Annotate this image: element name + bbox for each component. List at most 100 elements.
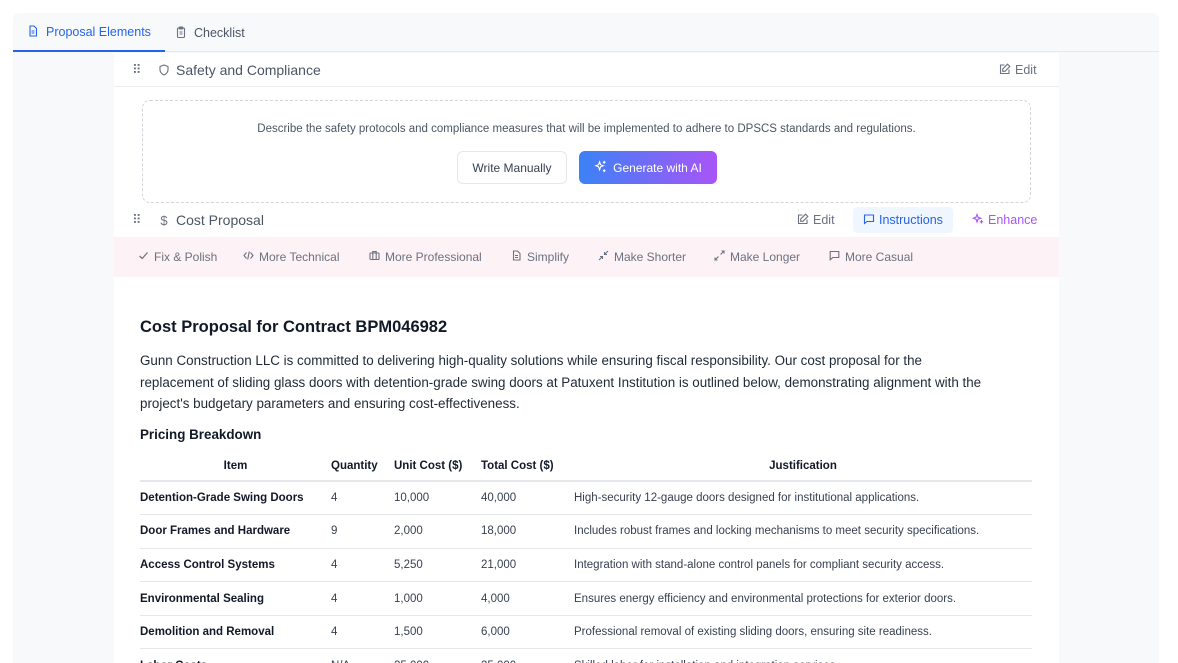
edit-icon [999,62,1011,78]
item-cell: Door Frames and Hardware [140,514,331,549]
rewrite-toolbar: Fix & Polish More Technical More Profess… [114,237,1059,277]
generate-with-ai-button[interactable]: Generate with AI [579,151,717,184]
column-header: Unit Cost ($) [394,451,481,482]
unit-cost-cell: 25,000 [394,648,481,663]
shield-icon [157,63,171,77]
justification-cell: Skilled labor for installation and integ… [574,648,1032,663]
unit-cost-cell: 10,000 [394,481,481,516]
edit-icon [797,212,809,228]
total-cost-cell: 6,000 [481,615,574,650]
tab-label: Proposal Elements [46,25,151,39]
table-row: Demolition and Removal 4 1,500 6,000 Pro… [140,615,1032,650]
column-header: Total Cost ($) [481,451,574,482]
safety-empty-state: Describe the safety protocols and compli… [142,100,1031,203]
more-casual-button[interactable]: More Casual [829,250,913,264]
tool-label: Simplify [527,250,570,264]
instructions-label: Instructions [879,213,943,227]
tool-label: Fix & Polish [154,250,218,264]
drag-handle-icon[interactable]: ⠿ [132,212,141,228]
total-cost-cell: 4,000 [481,581,574,616]
document-title: Cost Proposal for Contract BPM046982 [140,318,448,336]
file-text-icon [511,250,522,264]
cost-proposal-content: Cost Proposal for Contract BPM046982 Gun… [140,318,1032,663]
cost-section-header: ⠿ $ Cost Proposal Edit Instructions Enha… [114,203,1059,237]
more-professional-button[interactable]: More Professional [369,250,482,264]
item-cell: Environmental Sealing [140,581,331,616]
tab-proposal-elements[interactable]: Proposal Elements [13,14,165,52]
clipboard-icon [175,25,187,41]
edit-button[interactable]: Edit [991,57,1045,83]
item-cell: Detention-Grade Swing Doors [140,481,331,516]
edit-button[interactable]: Edit [789,207,843,233]
quantity-cell: N/A [331,648,394,663]
item-cell: Labor Costs [140,648,331,663]
quantity-cell: 4 [331,581,394,616]
pricing-heading: Pricing Breakdown [140,426,262,442]
briefcase-icon [369,250,380,264]
enhance-label: Enhance [988,213,1038,227]
make-shorter-button[interactable]: Make Shorter [598,250,686,264]
tool-label: More Professional [385,250,482,264]
maximize-icon [714,250,725,264]
total-cost-cell: 40,000 [481,481,574,516]
simplify-button[interactable]: Simplify [511,250,569,264]
justification-cell: Professional removal of existing sliding… [574,615,1032,650]
check-icon [138,250,149,264]
section-title: Cost Proposal [176,212,264,228]
table-row: Labor Costs N/A 25,000 25,000 Skilled la… [140,648,1032,663]
column-header: Item [140,451,331,482]
table-row: Access Control Systems 4 5,250 21,000 In… [140,548,1032,583]
document-icon [27,24,39,40]
table-row: Door Frames and Hardware 9 2,000 18,000 … [140,514,1032,549]
unit-cost-cell: 1,500 [394,615,481,650]
column-header: Quantity [331,451,394,482]
quantity-cell: 9 [331,514,394,549]
safety-prompt: Describe the safety protocols and compli… [257,123,916,135]
item-cell: Demolition and Removal [140,615,331,650]
generate-label: Generate with AI [613,160,702,175]
drag-handle-icon[interactable]: ⠿ [132,62,141,78]
item-cell: Access Control Systems [140,548,331,583]
unit-cost-cell: 5,250 [394,548,481,583]
unit-cost-cell: 2,000 [394,514,481,549]
more-technical-button[interactable]: More Technical [243,250,339,264]
justification-cell: Integration with stand-alone control pan… [574,548,1032,583]
unit-cost-cell: 1,000 [394,581,481,616]
tool-label: Make Shorter [614,250,687,264]
tab-checklist[interactable]: Checklist [161,14,259,52]
enhance-button[interactable]: Enhance [964,207,1045,233]
quantity-cell: 4 [331,481,394,516]
write-manually-button[interactable]: Write Manually [457,151,567,184]
tool-label: More Casual [845,250,914,264]
section-title: Safety and Compliance [176,62,321,78]
table-header-row: Item Quantity Unit Cost ($) Total Cost (… [140,451,1032,482]
paragraph-line: replacement of sliding glass doors with … [140,374,982,390]
table-row: Detention-Grade Swing Doors 4 10,000 40,… [140,481,1032,516]
total-cost-cell: 18,000 [481,514,574,549]
make-longer-button[interactable]: Make Longer [714,250,800,264]
edit-label: Edit [1015,63,1037,77]
fix-polish-button[interactable]: Fix & Polish [138,250,217,264]
divider [114,86,1059,87]
paragraph-line: project's budgetary parameters and ensur… [140,396,520,411]
tool-label: More Technical [259,250,340,264]
edit-label: Edit [813,213,835,227]
total-cost-cell: 21,000 [481,548,574,583]
sparkles-icon [971,212,984,228]
instructions-button[interactable]: Instructions [853,207,953,233]
total-cost-cell: 25,000 [481,648,574,663]
dollar-icon: $ [160,212,168,228]
justification-cell: Ensures energy efficiency and environmen… [574,581,1032,616]
code-icon [243,250,254,264]
tab-bar: Proposal Elements Checklist [13,14,1159,52]
minimize-icon [598,250,609,264]
quantity-cell: 4 [331,615,394,650]
message-square-icon [829,250,840,264]
tab-label: Checklist [194,26,245,40]
paragraph-line: Gunn Construction LLC is committed to de… [140,353,922,368]
justification-cell: High-security 12-gauge doors designed fo… [574,481,1032,516]
safety-section-header: ⠿ Safety and Compliance Edit [114,53,1059,87]
quantity-cell: 4 [331,548,394,583]
tool-label: Make Longer [730,250,801,264]
intro-paragraph: Gunn Construction LLC is committed to de… [140,350,1032,415]
